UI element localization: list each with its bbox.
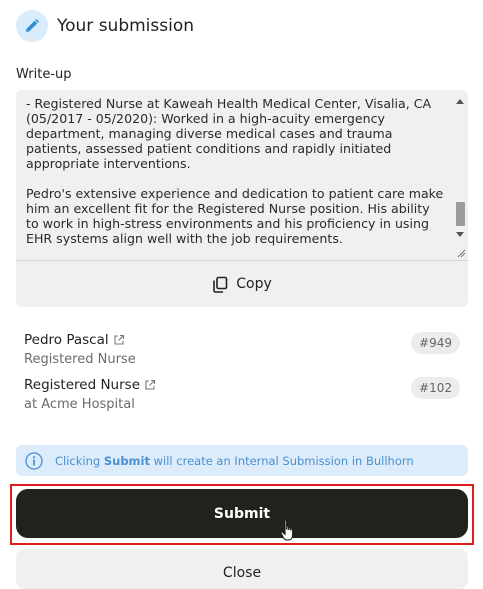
copy-label: Copy <box>236 276 272 292</box>
candidate-name[interactable]: Pedro Pascal <box>24 332 109 348</box>
candidate-id-badge: #949 <box>411 332 460 354</box>
copy-icon <box>213 276 228 293</box>
info-bold: Submit <box>103 453 150 468</box>
writeup-text[interactable]: records. - Registered Nurse at Kaweah He… <box>26 93 444 246</box>
external-link-icon[interactable] <box>113 334 125 346</box>
hand-cursor-icon <box>280 519 294 541</box>
resize-handle-icon[interactable] <box>456 248 466 258</box>
scroll-down-icon[interactable] <box>456 232 464 237</box>
submit-button[interactable]: Submit <box>16 489 468 538</box>
job-record: Registered Nurse at Acme Hospital #102 <box>24 377 460 412</box>
pencil-icon <box>16 10 48 42</box>
scroll-up-icon[interactable] <box>456 99 464 104</box>
scroll-thumb[interactable] <box>456 202 465 226</box>
job-name[interactable]: Registered Nurse <box>24 377 140 393</box>
info-suffix: will create an Internal Submission in Bu… <box>149 453 414 468</box>
close-button[interactable]: Close <box>16 549 468 589</box>
submission-header: Your submission <box>16 9 194 43</box>
page-title: Your submission <box>57 16 195 36</box>
info-icon <box>25 451 43 470</box>
writeup-label: Write-up <box>16 67 72 82</box>
close-label: Close <box>222 565 262 581</box>
job-link[interactable]: Registered Nurse <box>24 377 460 393</box>
candidate-link[interactable]: Pedro Pascal <box>24 332 460 348</box>
writeup-textarea[interactable]: records. - Registered Nurse at Kaweah He… <box>16 93 468 261</box>
candidate-record: Pedro Pascal Registered Nurse #949 <box>24 332 460 367</box>
info-text: Clicking Submit will create an Internal … <box>55 454 414 468</box>
info-prefix: Clicking <box>55 453 104 468</box>
external-link-icon[interactable] <box>144 379 156 391</box>
writeup-card: records. - Registered Nurse at Kaweah He… <box>16 90 468 307</box>
candidate-subtitle: Registered Nurse <box>24 352 136 367</box>
job-id-badge: #102 <box>411 377 460 399</box>
job-subtitle: at Acme Hospital <box>24 397 135 412</box>
copy-button[interactable]: Copy <box>16 261 468 307</box>
info-banner: Clicking Submit will create an Internal … <box>16 445 468 476</box>
writeup-scrollbar[interactable] <box>452 93 468 260</box>
